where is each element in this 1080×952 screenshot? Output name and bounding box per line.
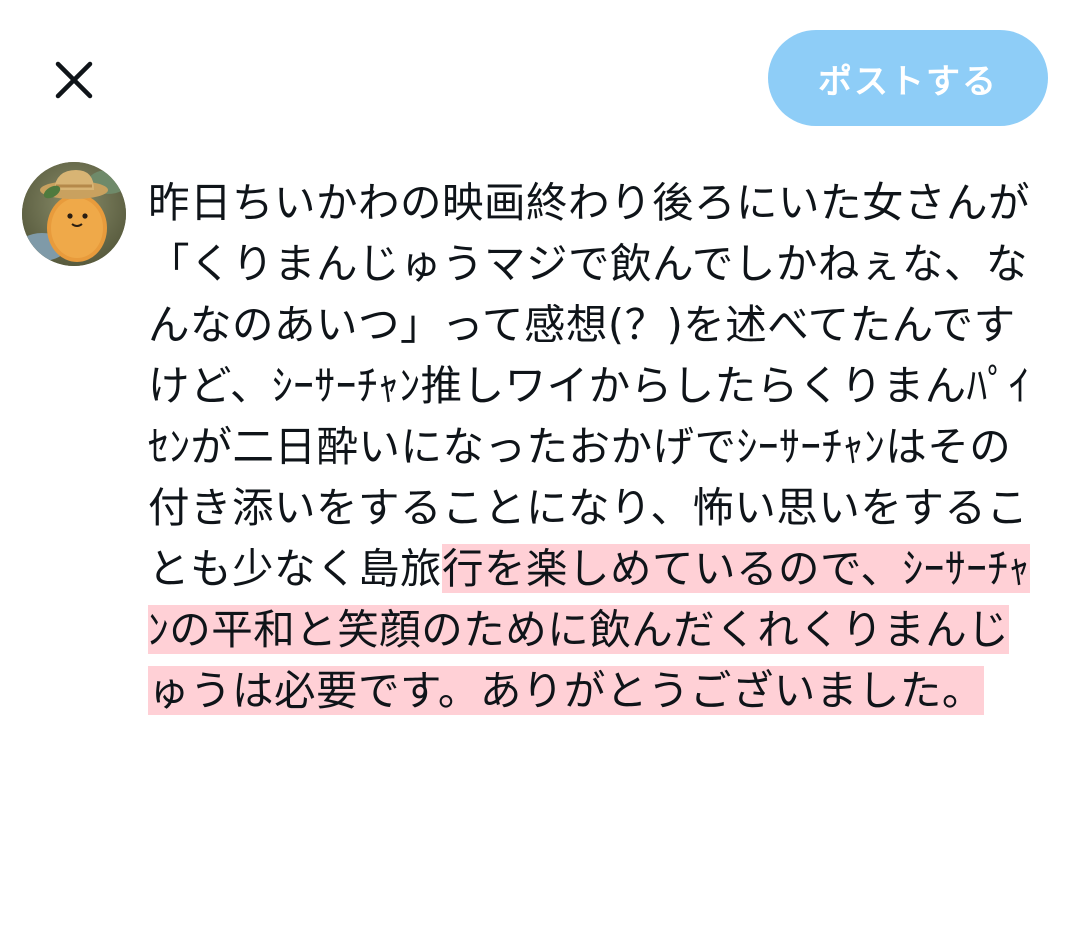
avatar-nugget-character xyxy=(22,162,126,266)
compose-plain-text: 昨日ちいかわの映画終わり後ろにいた女さんが「くりまんじゅうマジで飲んでしかねぇな… xyxy=(148,178,1031,593)
compose-toolbar: ポストする xyxy=(0,0,1080,150)
post-button[interactable]: ポストする xyxy=(768,30,1048,126)
close-button[interactable] xyxy=(44,50,104,110)
tweet-compose-text[interactable]: 昨日ちいかわの映画終わり後ろにいた女さんが「くりまんじゅうマジで飲んでしかねぇな… xyxy=(148,172,1048,721)
avatar[interactable] xyxy=(22,162,126,266)
close-icon xyxy=(55,61,93,99)
